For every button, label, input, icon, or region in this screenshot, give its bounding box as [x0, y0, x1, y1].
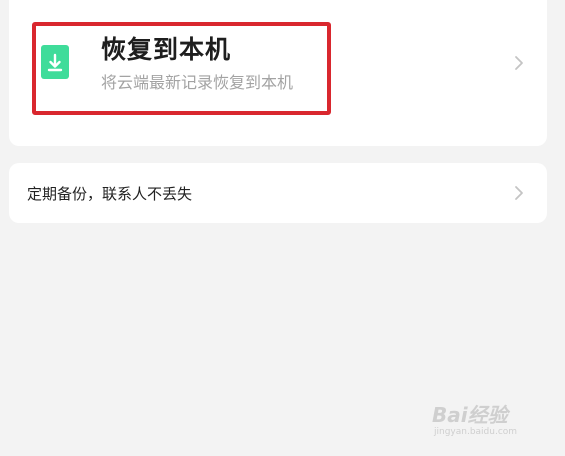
- chevron-right-icon[interactable]: [514, 55, 524, 71]
- watermark-url: jingyan.baidu.com: [434, 427, 518, 437]
- watermark-brand: Bai经验: [432, 403, 508, 427]
- backup-label: 定期备份，联系人不丢失: [27, 185, 193, 203]
- chevron-right-icon[interactable]: [514, 185, 524, 201]
- baidu-watermark: Bai经验 jingyan.baidu.com: [432, 393, 542, 443]
- highlight-box: [32, 22, 331, 115]
